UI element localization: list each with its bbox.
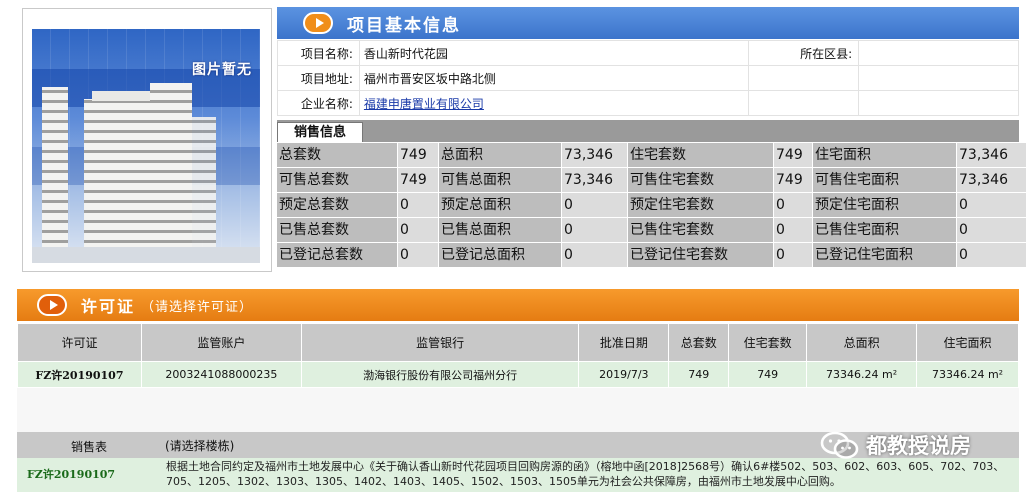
- sales-key-cell: 预定总面积: [439, 193, 561, 217]
- sales-value-cell: 0: [562, 218, 627, 242]
- sales-key-cell: 已售住宅面积: [813, 218, 956, 242]
- sales-value-cell: 749: [398, 143, 438, 167]
- sales-key-cell: 已售总套数: [277, 218, 397, 242]
- permit-id-cell[interactable]: FZ许20190107: [17, 361, 142, 388]
- permit-header-row: 许可证 监管账户 监管银行 批准日期 总套数 住宅套数 总面积 住宅面积: [17, 323, 1019, 362]
- sales-value-cell: 0: [562, 193, 627, 217]
- total-units-cell: 749: [668, 361, 730, 388]
- residential-area-cell: 73346.24 m²: [916, 361, 1019, 388]
- bank-cell: 渤海银行股份有限公司福州分行: [300, 361, 580, 388]
- project-info-row: 项目名称: 香山新时代花园 所在区县:: [277, 40, 1019, 66]
- column-header: 住宅面积: [916, 323, 1019, 362]
- watermark: 都教授说房: [820, 430, 971, 460]
- sales-info-grid: 总套数 749 总面积 73,346 住宅套数 749 住宅面积 73,346 …: [277, 143, 1026, 267]
- sales-key-cell: 可售总套数: [277, 168, 397, 192]
- sales-key-cell: 已登记总面积: [439, 243, 561, 267]
- total-area-cell: 73346.24 m²: [806, 361, 918, 388]
- company-name-link[interactable]: 福建申唐置业有限公司: [364, 97, 484, 111]
- sales-key-cell: 预定总套数: [277, 193, 397, 217]
- salebook-row: FZ许20190107 根据土地合同约定及福州市土地发展中心《关于确认香山新时代…: [17, 458, 1019, 492]
- project-info-table: 项目名称: 香山新时代花园 所在区县: 项目地址: 福州市晋安区坂中路北侧 企业…: [277, 40, 1019, 116]
- permit-empty-area: [17, 388, 1019, 432]
- sales-value-cell: 73,346: [957, 143, 1026, 167]
- salebook-note: 根据土地合同约定及福州市土地发展中心《关于确认香山新时代花园项目回购房源的函》（…: [166, 460, 1005, 488]
- sales-value-cell: 0: [398, 243, 438, 267]
- project-photo-frame: 图片暂无: [22, 8, 272, 272]
- project-name-value: 香山新时代花园: [358, 40, 750, 66]
- column-header: 批准日期: [578, 323, 670, 362]
- residential-units-cell: 749: [728, 361, 808, 388]
- permit-table: 许可证 监管账户 监管银行 批准日期 总套数 住宅套数 总面积 住宅面积 FZ许…: [17, 323, 1019, 388]
- sales-value-cell: 0: [774, 218, 812, 242]
- column-header: 监管账户: [140, 323, 302, 362]
- play-circle-icon: [303, 12, 333, 34]
- photo-unavailable-label: 图片暂无: [192, 62, 252, 78]
- table-row[interactable]: FZ许20190107 2003241088000235 渤海银行股份有限公司福…: [17, 361, 1019, 388]
- play-circle-icon: [37, 294, 67, 316]
- sales-info-tabbar: 销售信息: [277, 120, 1019, 142]
- sales-key-cell: 预定住宅面积: [813, 193, 956, 217]
- sales-value-cell: 749: [774, 143, 812, 167]
- project-info-row: 企业名称: 福建申唐置业有限公司: [277, 90, 1019, 116]
- district-value: [858, 40, 1019, 66]
- sales-value-cell: 749: [398, 168, 438, 192]
- column-header: 监管银行: [300, 323, 580, 362]
- approval-date-cell: 2019/7/3: [578, 361, 670, 388]
- permit-title: 许可证: [81, 297, 136, 316]
- sales-key-cell: 可售住宅套数: [628, 168, 773, 192]
- sales-value-cell: 0: [957, 193, 1026, 217]
- salebook-permit-link[interactable]: FZ许20190107: [27, 466, 115, 482]
- sales-value-cell: 0: [398, 193, 438, 217]
- project-info-row: 项目地址: 福州市晋安区坂中路北侧: [277, 65, 1019, 91]
- project-info-title: 项目基本信息: [347, 15, 461, 36]
- sales-key-cell: 已登记住宅面积: [813, 243, 956, 267]
- sales-key-cell: 住宅面积: [813, 143, 956, 167]
- sales-key-cell: 可售总面积: [439, 168, 561, 192]
- sales-key-cell: 已登记总套数: [277, 243, 397, 267]
- select-building-hint: (请选择楼栋): [165, 439, 235, 453]
- sales-key-cell: 预定住宅套数: [628, 193, 773, 217]
- sales-value-cell: 749: [774, 168, 812, 192]
- sales-value-cell: 0: [562, 243, 627, 267]
- project-address-value: 福州市晋安区坂中路北侧: [358, 65, 750, 91]
- permit-header: 许可证 （请选择许可证）: [17, 289, 1019, 321]
- wechat-icon: [820, 431, 859, 459]
- tab-sales-info[interactable]: 销售信息: [277, 122, 363, 142]
- project-address-label: 项目地址:: [277, 65, 360, 91]
- project-photo: 图片暂无: [32, 29, 260, 263]
- sales-value-cell: 73,346: [562, 143, 627, 167]
- sales-value-cell: 0: [398, 218, 438, 242]
- watermark-text: 都教授说房: [866, 434, 971, 458]
- permit-subtitle: （请选择许可证）: [141, 299, 254, 315]
- column-header: 总套数: [668, 323, 730, 362]
- district-label: 所在区县:: [748, 40, 860, 66]
- sales-value-cell: 0: [957, 243, 1026, 267]
- column-header: 住宅套数: [728, 323, 808, 362]
- sales-value-cell: 73,346: [957, 168, 1026, 192]
- sales-value-cell: 0: [774, 193, 812, 217]
- project-name-label: 项目名称:: [277, 40, 360, 66]
- sales-key-cell: 总面积: [439, 143, 561, 167]
- sales-key-cell: 已登记住宅套数: [628, 243, 773, 267]
- sales-key-cell: 可售住宅面积: [813, 168, 956, 192]
- salebook-col-label: 销售表: [71, 440, 108, 454]
- sales-value-cell: 73,346: [562, 168, 627, 192]
- sales-key-cell: 总套数: [277, 143, 397, 167]
- sales-key-cell: 已售总面积: [439, 218, 561, 242]
- column-header: 许可证: [17, 323, 142, 362]
- account-cell: 2003241088000235: [140, 361, 302, 388]
- sales-value-cell: 0: [957, 218, 1026, 242]
- project-info-header: 项目基本信息: [277, 7, 1019, 39]
- sales-key-cell: 已售住宅套数: [628, 218, 773, 242]
- company-name-label: 企业名称:: [277, 90, 360, 116]
- column-header: 总面积: [806, 323, 918, 362]
- sales-key-cell: 住宅套数: [628, 143, 773, 167]
- sales-value-cell: 0: [774, 243, 812, 267]
